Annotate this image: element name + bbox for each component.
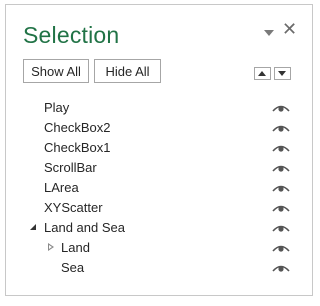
close-icon[interactable]: ✕: [282, 19, 297, 39]
triangle-up-icon: [258, 71, 266, 76]
pane-title: Selection: [23, 22, 120, 48]
bring-forward-button[interactable]: [254, 67, 271, 80]
list-item[interactable]: CheckBox1: [6, 138, 312, 158]
pane-header: Selection ✕: [6, 5, 312, 55]
eye-icon[interactable]: [272, 162, 290, 173]
expand-triangle-icon[interactable]: [48, 243, 54, 251]
eye-icon[interactable]: [272, 242, 290, 253]
list-item[interactable]: CheckBox2: [6, 118, 312, 138]
hide-all-button[interactable]: Hide All: [94, 59, 161, 83]
eye-icon[interactable]: [272, 182, 290, 193]
eye-icon[interactable]: [272, 262, 290, 273]
eye-icon[interactable]: [272, 142, 290, 153]
eye-icon[interactable]: [272, 122, 290, 133]
pane-options-dropdown-icon[interactable]: [264, 30, 274, 36]
group-item[interactable]: Land and Sea: [6, 218, 312, 238]
triangle-down-icon: [278, 71, 286, 76]
object-name: CheckBox1: [44, 140, 111, 155]
object-name: Play: [44, 100, 70, 115]
selection-pane: Selection ✕ Show All Hide All Play Check…: [5, 4, 313, 296]
object-name: LArea: [44, 180, 79, 195]
object-name: Land: [61, 240, 90, 255]
show-all-button[interactable]: Show All: [23, 59, 89, 83]
object-list: Play CheckBox2 CheckBox1 ScrollBar LArea…: [6, 98, 312, 278]
list-item[interactable]: Sea: [6, 258, 312, 278]
selection-toolbar: Show All Hide All: [6, 59, 312, 85]
list-item[interactable]: Play: [6, 98, 312, 118]
object-name: XYScatter: [44, 200, 103, 215]
collapse-triangle-icon[interactable]: [30, 224, 36, 230]
group-item[interactable]: Land: [6, 238, 312, 258]
object-name: Sea: [61, 260, 85, 275]
eye-icon[interactable]: [272, 102, 290, 113]
eye-icon[interactable]: [272, 202, 290, 213]
object-name: Land and Sea: [44, 220, 125, 235]
object-name: CheckBox2: [44, 120, 111, 135]
list-item[interactable]: ScrollBar: [6, 158, 312, 178]
eye-icon[interactable]: [272, 222, 290, 233]
list-item[interactable]: XYScatter: [6, 198, 312, 218]
object-name: ScrollBar: [44, 160, 97, 175]
send-backward-button[interactable]: [274, 67, 291, 80]
list-item[interactable]: LArea: [6, 178, 312, 198]
